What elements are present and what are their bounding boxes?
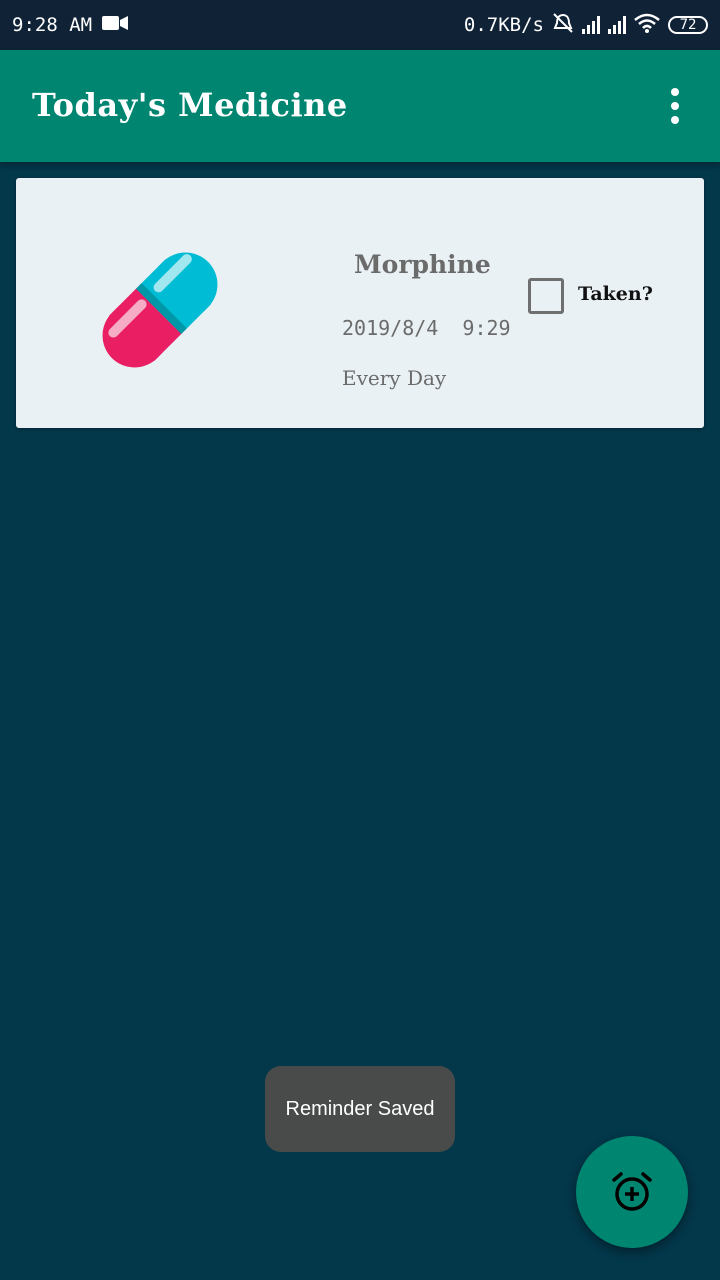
medicine-reminder-card[interactable]: Morphine 2019/8/4 9:29 Every Day Taken? (16, 178, 704, 428)
battery-level: 72 (679, 17, 697, 33)
page-title: Today's Medicine (32, 86, 348, 124)
add-reminder-button[interactable] (576, 1136, 688, 1248)
reminder-datetime: 2019/8/4 9:29 (342, 316, 511, 340)
taken-label: Taken? (578, 283, 653, 305)
more-vert-icon[interactable] (660, 88, 690, 124)
taken-checkbox[interactable] (528, 278, 564, 314)
signal-icon (582, 16, 600, 34)
add-alarm-icon (612, 1172, 652, 1211)
alarm-off-icon (552, 12, 574, 39)
reminder-frequency: Every Day (342, 366, 447, 390)
battery-icon: 72 (668, 16, 708, 34)
toast-message: Reminder Saved (265, 1066, 455, 1152)
status-time: 9:28 AM (12, 14, 93, 36)
medicine-name: Morphine (354, 250, 491, 279)
status-bar: 9:28 AM 0.7KB/s 72 (0, 0, 720, 50)
video-camera-icon (102, 14, 129, 36)
app-bar: Today's Medicine (0, 50, 720, 162)
pill-icon (102, 252, 218, 368)
wifi-icon (634, 13, 660, 38)
network-speed: 0.7KB/s (463, 14, 544, 36)
toast-text: Reminder Saved (285, 1097, 435, 1120)
signal-icon (608, 16, 626, 34)
